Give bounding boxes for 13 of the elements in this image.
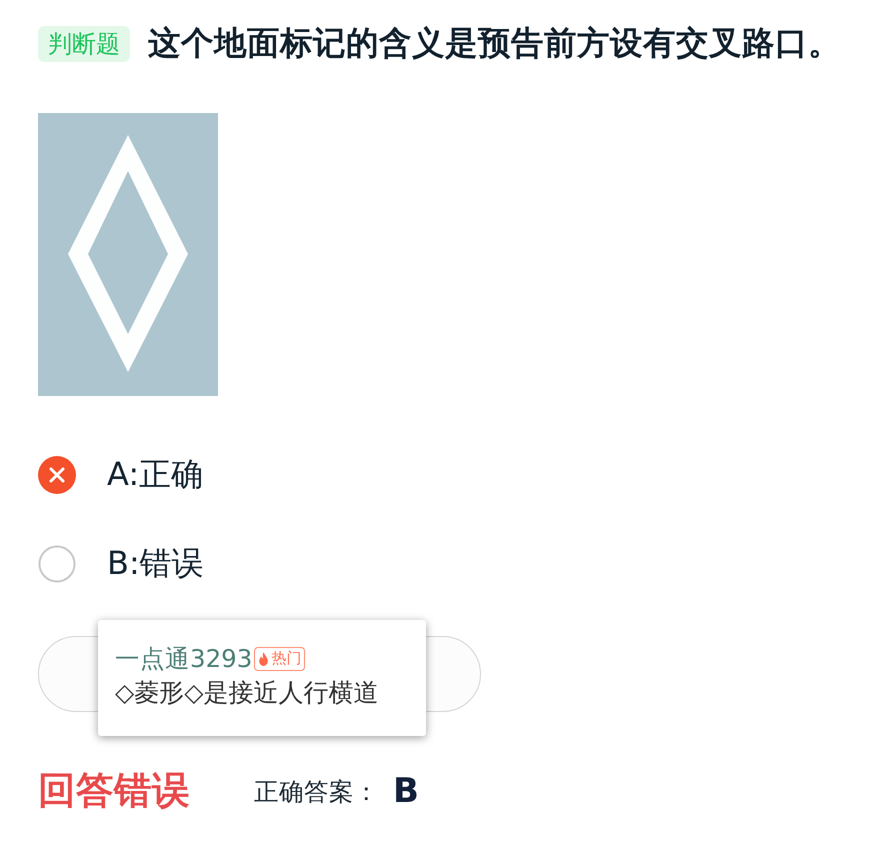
question-text: 这个地面标记的含义是预告前方设有交叉路口。 [148,23,841,64]
result-verdict: 回答错误 [38,767,190,814]
flame-icon [258,652,270,666]
radio-button[interactable] [38,545,76,583]
question-type-tag: 判断题 [38,26,130,62]
correct-answer-label: 正确答案： [254,776,379,808]
option-label[interactable]: A:正确 [107,453,204,497]
correct-answer-value: B [393,771,419,811]
comment-text: ◇菱形◇是接近人行横道 [115,677,380,709]
option-label[interactable]: B:错误 [107,542,204,586]
wrong-answer-icon[interactable] [38,456,76,494]
badge-label: 热门 [271,649,302,668]
username: 一点通3293 [115,643,252,675]
